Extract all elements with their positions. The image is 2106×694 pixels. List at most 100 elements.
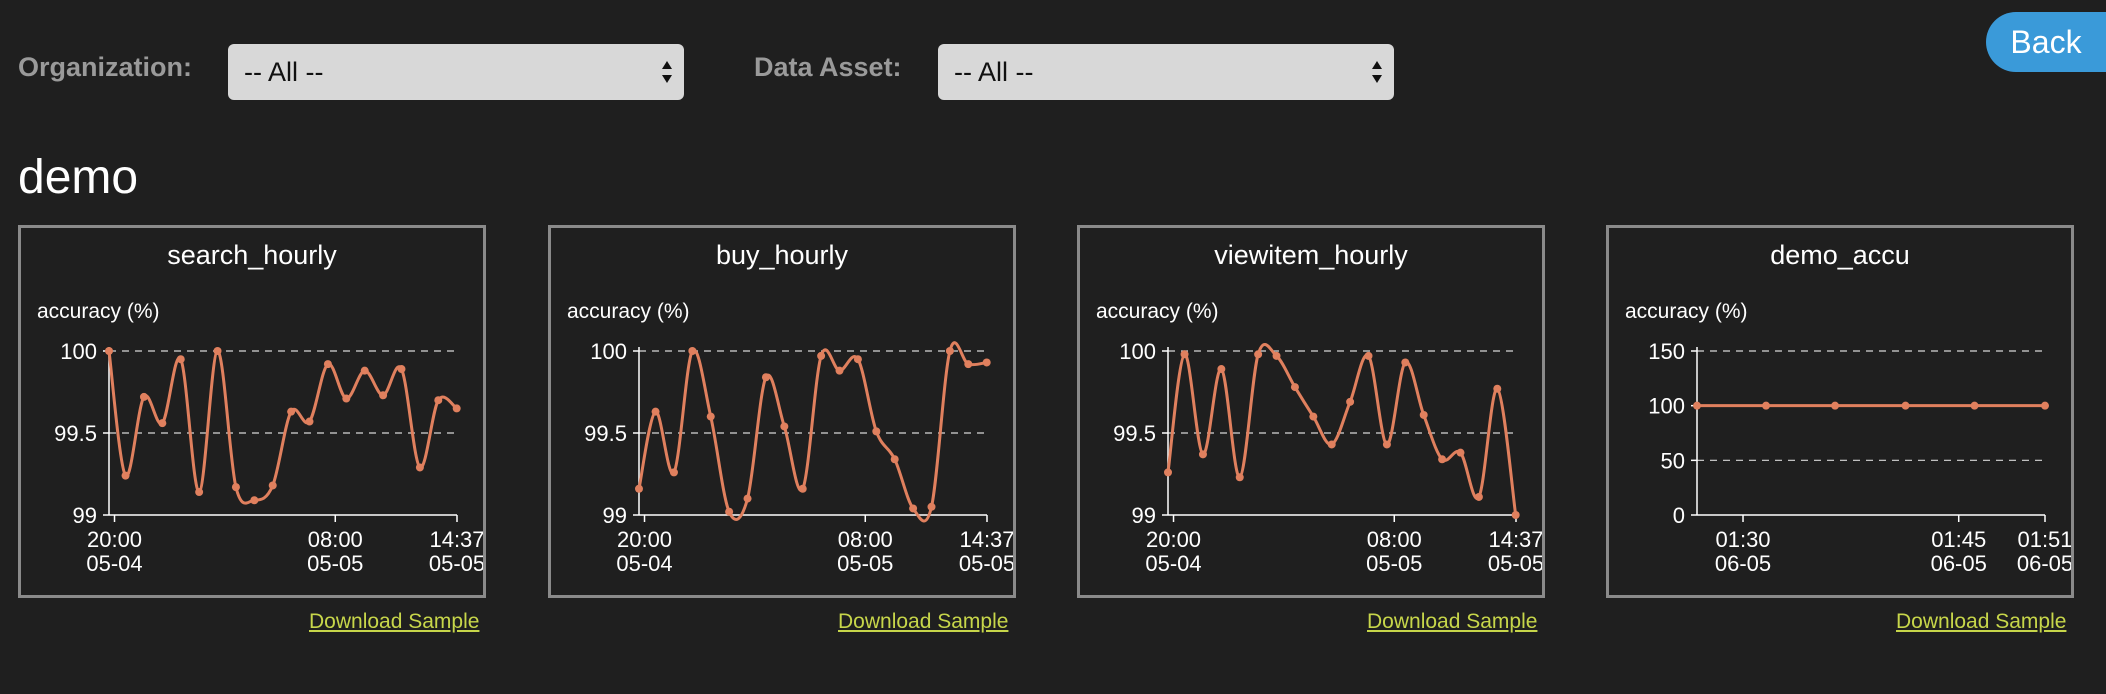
data-point <box>743 494 752 503</box>
data-asset-select[interactable]: -- All -- <box>938 44 1394 100</box>
data-point <box>1309 412 1318 421</box>
line-chart: viewitem_hourly accuracy (%) 99 99.5 100 20:0… <box>1096 240 1542 576</box>
data-point <box>688 347 697 355</box>
y-tick-label: 0 <box>1673 503 1685 528</box>
x-tick-label: 14:37 <box>1488 527 1542 552</box>
data-point <box>231 483 240 492</box>
organization-select-value: -- All -- <box>244 56 324 87</box>
data-point <box>1493 384 1502 393</box>
x-tick-label: 06-05 <box>1931 551 1987 576</box>
data-asset-select-value: -- All -- <box>954 56 1034 87</box>
y-tick-label: 99 <box>603 503 627 528</box>
data-point <box>780 422 789 431</box>
chart-title: search_hourly <box>167 240 337 270</box>
data-point <box>1164 468 1172 477</box>
x-tick-label: 05-05 <box>837 551 893 576</box>
data-point <box>1401 358 1410 367</box>
data-point <box>1970 401 1979 410</box>
x-tick-label: 08:00 <box>838 527 893 552</box>
data-point <box>323 360 332 369</box>
y-tick-label: 99.5 <box>584 421 627 446</box>
y-axis-title: accuracy (%) <box>567 300 690 323</box>
x-tick-label: 20:00 <box>87 527 142 552</box>
data-point <box>176 355 185 364</box>
organization-select[interactable]: -- All -- <box>228 44 684 100</box>
x-tick-label: 20:00 <box>617 527 672 552</box>
data-point <box>761 373 770 382</box>
data-point <box>945 347 954 355</box>
x-tick-label: 05-05 <box>429 551 483 576</box>
data-point <box>1198 450 1207 459</box>
data-point <box>853 355 862 364</box>
back-button[interactable]: Back <box>1986 12 2106 72</box>
y-tick-label: 99 <box>1132 503 1156 528</box>
x-tick-label: 01:51 <box>2017 527 2071 552</box>
group-title: demo <box>18 151 139 204</box>
data-point <box>305 417 314 426</box>
download-sample-link[interactable]: Download Sample <box>838 610 1008 634</box>
data-point <box>1235 473 1244 482</box>
chart-title: demo_accu <box>1770 240 1910 270</box>
data-point <box>268 481 277 490</box>
data-point <box>817 351 826 360</box>
x-tick-label: 20:00 <box>1146 527 1201 552</box>
line-chart: buy_hourlyaccuracy (%)9999.510020:0005-0… <box>567 240 1013 576</box>
data-point <box>195 488 204 497</box>
data-point <box>1346 397 1355 406</box>
data-point <box>360 366 369 375</box>
y-axis-title: accuracy (%) <box>1096 300 1219 323</box>
data-point <box>121 471 130 480</box>
chart-panel-viewitem-hourly: viewitem_hourly accuracy (%) 99 99.5 100 20:0… <box>1077 225 1545 598</box>
data-point <box>725 507 734 516</box>
x-tick-label: 01:30 <box>1715 527 1770 552</box>
data-point <box>250 496 259 505</box>
data-point <box>452 404 461 413</box>
data-point <box>2041 401 2049 410</box>
y-tick-label: 100 <box>60 339 97 364</box>
data-point <box>1456 448 1465 457</box>
data-point <box>798 484 807 493</box>
data-point <box>927 502 936 511</box>
data-point <box>1831 401 1840 410</box>
x-tick-label: 06-05 <box>2017 551 2071 576</box>
x-tick-label: 05-04 <box>86 551 142 576</box>
x-tick-label: 08:00 <box>1367 527 1422 552</box>
x-tick-label: 14:37 <box>959 527 1013 552</box>
y-tick-label: 50 <box>1661 448 1685 473</box>
data-point <box>158 419 167 428</box>
chart-title: buy_hourly <box>716 240 849 270</box>
x-tick-label: 05-05 <box>1488 551 1542 576</box>
x-tick-label: 05-05 <box>307 551 363 576</box>
data-point <box>397 365 406 374</box>
data-point <box>1327 440 1336 449</box>
download-sample-link[interactable]: Download Sample <box>309 610 479 634</box>
chart-title: viewitem_hourly <box>1214 240 1408 270</box>
data-point <box>434 396 443 405</box>
data-point <box>287 407 296 416</box>
organization-label: Organization: <box>18 52 192 82</box>
data-point <box>379 391 388 400</box>
data-point <box>1901 401 1910 410</box>
series-line <box>637 341 987 523</box>
line-chart: search_hourlyaccuracy (%)9999.510020:000… <box>37 240 483 576</box>
x-tick-label: 05-05 <box>959 551 1013 576</box>
select-arrows-icon <box>1372 61 1382 83</box>
data-point <box>964 360 973 369</box>
x-tick-label: 14:37 <box>429 527 483 552</box>
data-point <box>1419 410 1428 419</box>
x-tick-label: 05-04 <box>616 551 672 576</box>
x-tick-label: 05-05 <box>1366 551 1422 576</box>
chart-panel-demo-accu: demo_accu accuracy (%) 0 50 100 150 01:30 06-05… <box>1606 225 2074 598</box>
data-point <box>1290 383 1299 392</box>
download-sample-link[interactable]: Download Sample <box>1896 610 2066 634</box>
download-sample-link[interactable]: Download Sample <box>1367 610 1537 634</box>
data-point <box>1511 511 1520 519</box>
y-tick-label: 100 <box>1119 339 1156 364</box>
y-tick-label: 99.5 <box>54 421 97 446</box>
y-tick-label: 99.5 <box>1113 421 1156 446</box>
data-point <box>342 394 351 403</box>
data-point <box>1474 492 1483 501</box>
chart-panel-buy-hourly: buy_hourly accuracy (%) 99 99.5 100 20:00 05-0… <box>548 225 1016 598</box>
data-point <box>1254 350 1263 359</box>
data-point <box>105 347 113 355</box>
